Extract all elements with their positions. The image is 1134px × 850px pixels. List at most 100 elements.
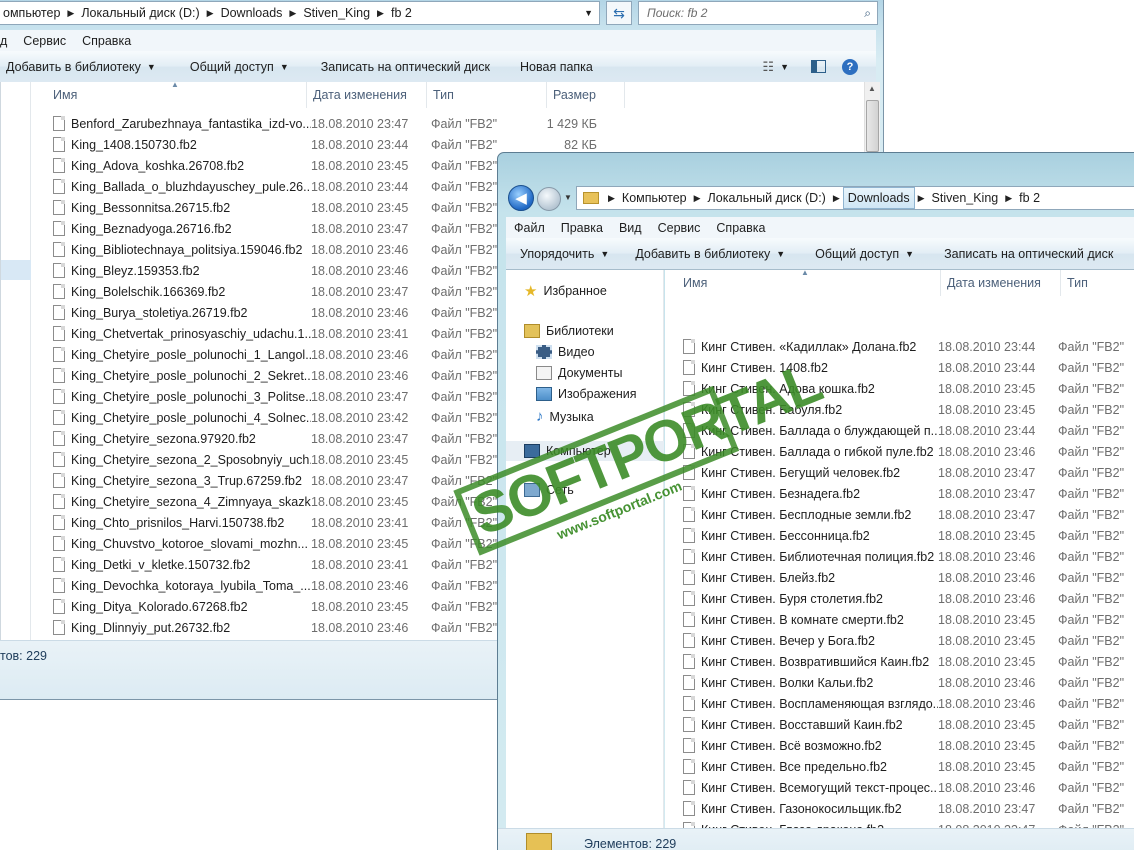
address-bar[interactable]: омпьютер ▶ Локальный диск (D:) ▶ Downloa… xyxy=(0,1,600,25)
menu-service[interactable]: Сервис xyxy=(650,221,709,235)
file-row[interactable]: Кинг Стивен. Бессонница.fb2 18.08.2010 23… xyxy=(683,525,1128,546)
column-type[interactable]: Тип xyxy=(1061,270,1134,296)
breadcrumb-computer[interactable]: омпьютер xyxy=(0,2,64,24)
share-label: Общий доступ xyxy=(189,59,274,74)
file-row[interactable]: Кинг Стивен. Баллада о гибкой пуле.fb2 18… xyxy=(683,441,1128,462)
breadcrumb-stiven-king[interactable]: Stiven_King xyxy=(299,2,374,24)
nav-documents[interactable]: Документы xyxy=(536,366,622,380)
file-row[interactable]: Кинг Стивен. Баллада о блуждающей п... 18… xyxy=(683,420,1128,441)
column-date[interactable]: Дата изменения xyxy=(307,82,427,108)
column-type[interactable]: Тип xyxy=(427,82,547,108)
breadcrumb-arrow-icon[interactable]: ▶ xyxy=(830,193,843,204)
nav-network[interactable]: Сеть xyxy=(524,483,574,497)
menu-help[interactable]: Справка xyxy=(708,221,773,235)
add-to-library-button[interactable]: Добавить в библиотеку ▼ xyxy=(0,60,170,74)
file-row[interactable]: Кинг Стивен. «Кадиллак» Долана.fb2 18.08.… xyxy=(683,336,1128,357)
chevron-down-icon[interactable]: ▼ xyxy=(578,8,599,18)
burn-disc-button[interactable]: Записать на оптический диск xyxy=(930,247,1127,261)
file-type: Файл "FB2" xyxy=(1058,360,1125,375)
history-dropdown-icon[interactable]: ▼ xyxy=(564,193,572,202)
file-row[interactable]: Кинг Стивен. Бабуля.fb2 18.08.2010 23:45 Ф… xyxy=(683,399,1128,420)
column-size[interactable]: Размер xyxy=(547,82,625,108)
menu-edit[interactable]: Правка xyxy=(553,221,611,235)
menu-view[interactable]: Вид xyxy=(611,221,650,235)
view-options-button[interactable]: ☷ ▼ xyxy=(748,59,803,75)
file-row[interactable]: Benford_Zarubezhnaya_fantastika_izd-vo..… xyxy=(53,113,597,134)
breadcrumb-disk[interactable]: Локальный диск (D:) xyxy=(77,2,203,24)
help-button[interactable]: ? xyxy=(834,58,876,75)
search-icon[interactable]: ⌕ xyxy=(864,6,877,21)
file-row[interactable]: Кинг Стивен. Бегущий человек.fb2 18.08.20… xyxy=(683,462,1128,483)
file-name: Кинг Стивен. Библиотечная полиция.fb2 xyxy=(701,549,935,564)
file-row[interactable]: Кинг Стивен. Вечер у Бога.fb2 18.08.2010 … xyxy=(683,630,1128,651)
file-row[interactable]: Кинг Стивен. Адова кошка.fb2 18.08.2010 2… xyxy=(683,378,1128,399)
preview-pane-button[interactable] xyxy=(803,60,834,73)
nav-selected-item[interactable] xyxy=(1,260,31,280)
file-row[interactable]: Кинг Стивен. Безнадега.fb2 18.08.2010 23:… xyxy=(683,483,1128,504)
share-button[interactable]: Общий доступ ▼ xyxy=(176,60,303,74)
menu-help[interactable]: Справка xyxy=(74,34,139,48)
file-row[interactable]: Кинг Стивен. Волки Кальи.fb2 18.08.2010 2… xyxy=(683,672,1128,693)
share-button[interactable]: Общий доступ ▼ xyxy=(801,247,928,261)
scroll-up-arrow-icon[interactable]: ▲ xyxy=(868,84,876,93)
file-row[interactable]: Кинг Стивен. Возвратившийся Каин.fb2 18.0… xyxy=(683,651,1128,672)
nav-video[interactable]: Видео xyxy=(536,345,595,359)
breadcrumb-arrow-icon[interactable]: ▶ xyxy=(64,8,77,19)
breadcrumb-stiven-king[interactable]: Stiven_King xyxy=(928,187,1003,209)
address-bar[interactable]: ▶ Компьютер ▶ Локальный диск (D:) ▶ Down… xyxy=(576,186,1134,210)
file-date: 18.08.2010 23:46 xyxy=(311,305,409,320)
file-date: 18.08.2010 23:45 xyxy=(938,528,1036,543)
breadcrumb-arrow-icon[interactable]: ▶ xyxy=(1002,193,1015,204)
nav-libraries[interactable]: Библиотеки xyxy=(524,324,614,338)
file-row[interactable]: Кинг Стивен. Всё возможно.fb2 18.08.2010 … xyxy=(683,735,1128,756)
menu-file[interactable]: Файл xyxy=(506,221,553,235)
file-row[interactable]: Кинг Стивен. Газонокосильщик.fb2 18.08.20… xyxy=(683,798,1128,819)
file-date: 18.08.2010 23:47 xyxy=(311,473,409,488)
file-row[interactable]: Кинг Стивен. Бесплодные земли.fb2 18.08.2… xyxy=(683,504,1128,525)
file-row[interactable]: Кинг Стивен. Буря столетия.fb2 18.08.2010… xyxy=(683,588,1128,609)
organize-button[interactable]: Упорядочить ▼ xyxy=(506,247,623,261)
breadcrumb-fb2[interactable]: fb 2 xyxy=(1015,187,1044,209)
file-row[interactable]: Кинг Стивен. Библиотечная полиция.fb2 18.… xyxy=(683,546,1128,567)
breadcrumb-downloads[interactable]: Downloads xyxy=(842,187,915,209)
file-name: King_Chetyire_sezona.97920.fb2 xyxy=(71,431,256,446)
search-input[interactable]: Поиск: fb 2 ⌕ xyxy=(638,1,878,25)
nav-favorites[interactable]: ★ Избранное xyxy=(524,282,607,300)
new-folder-button[interactable]: Н xyxy=(1129,247,1134,261)
file-row[interactable]: Кинг Стивен. Блейз.fb2 18.08.2010 23:46 Фа… xyxy=(683,567,1128,588)
forward-button[interactable] xyxy=(537,187,561,211)
breadcrumb-arrow-icon[interactable]: ▶ xyxy=(286,8,299,19)
new-folder-button[interactable]: Новая папка xyxy=(506,60,607,74)
nav-images[interactable]: Изображения xyxy=(536,387,637,401)
nav-music[interactable]: ♪ Музыка xyxy=(536,408,594,425)
breadcrumb-arrow-icon[interactable]: ▶ xyxy=(915,193,928,204)
file-name: Кинг Стивен. Все предельно.fb2 xyxy=(701,759,887,774)
file-row[interactable]: Кинг Стивен. Всемогущий текст-процес... 1… xyxy=(683,777,1128,798)
breadcrumb-computer[interactable]: Компьютер xyxy=(618,187,691,209)
add-to-library-button[interactable]: Добавить в библиотеку ▼ xyxy=(621,247,799,261)
file-row[interactable]: Кинг Стивен. Все предельно.fb2 18.08.2010… xyxy=(683,756,1128,777)
file-name: Benford_Zarubezhnaya_fantastika_izd-vo..… xyxy=(71,116,311,131)
nav-computer[interactable]: Компьютер xyxy=(506,441,664,461)
file-row[interactable]: Кинг Стивен. Воспламеняющая взглядо... 18… xyxy=(683,693,1128,714)
breadcrumb-fb2[interactable]: fb 2 xyxy=(387,2,416,24)
file-row[interactable]: Кинг Стивен. В комнате смерти.fb2 18.08.2… xyxy=(683,609,1128,630)
breadcrumb-disk[interactable]: Локальный диск (D:) xyxy=(704,187,830,209)
scroll-thumb[interactable] xyxy=(866,100,879,152)
column-date[interactable]: Дата изменения xyxy=(941,270,1061,296)
refresh-button[interactable]: ⇆ xyxy=(606,1,632,25)
breadcrumb-arrow-icon[interactable]: ▶ xyxy=(691,193,704,204)
file-row[interactable]: Кинг Стивен. 1408.fb2 18.08.2010 23:44 Фай… xyxy=(683,357,1128,378)
back-button[interactable]: ◀ xyxy=(508,185,534,211)
file-name: Кинг Стивен. Воспламеняющая взглядо... xyxy=(701,696,938,711)
column-name[interactable]: Имя xyxy=(677,270,941,296)
menu-view[interactable]: д xyxy=(0,34,15,48)
breadcrumb-downloads[interactable]: Downloads xyxy=(217,2,287,24)
breadcrumb-arrow-icon[interactable]: ▶ xyxy=(374,8,387,19)
breadcrumb-arrow-icon[interactable]: ▶ xyxy=(605,193,618,204)
menu-service[interactable]: Сервис xyxy=(15,34,74,48)
burn-disc-button[interactable]: Записать на оптический диск xyxy=(307,60,504,74)
file-row[interactable]: Кинг Стивен. Восставший Каин.fb2 18.08.20… xyxy=(683,714,1128,735)
file-type: Файл "FB2" xyxy=(1058,591,1125,606)
breadcrumb-arrow-icon[interactable]: ▶ xyxy=(204,8,217,19)
